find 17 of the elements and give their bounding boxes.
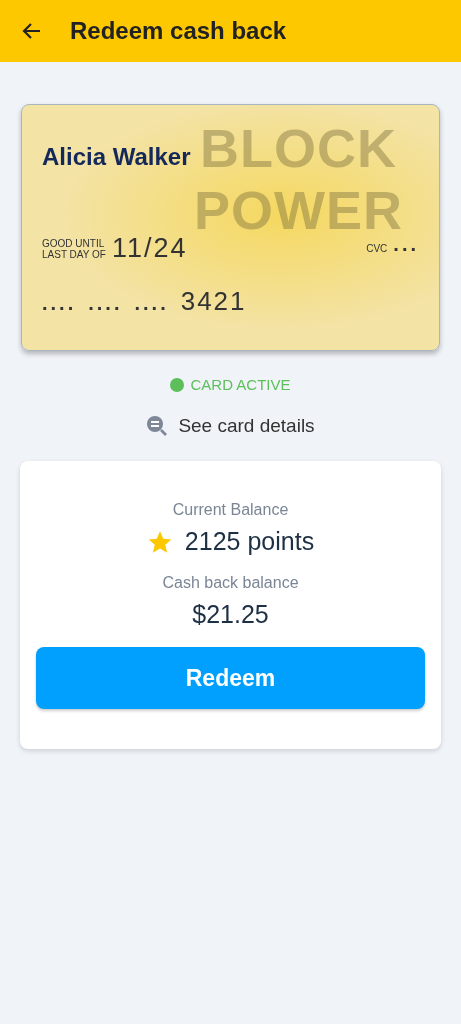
- screen-title: Redeem cash back: [70, 17, 287, 45]
- cvc-label: CVC: [366, 243, 388, 254]
- see-card-details-link[interactable]: See card details: [0, 415, 461, 437]
- cash-label: Cash back balance: [162, 574, 299, 592]
- points-value: 2125 points: [184, 527, 315, 556]
- card-number-group: ....: [134, 292, 169, 315]
- search-icon: [146, 415, 169, 437]
- expiry-caption: GOOD UNTIL LAST DAY OF: [42, 237, 106, 260]
- card-number-group: ....: [42, 292, 77, 315]
- card-number-group: ....: [88, 292, 123, 315]
- card-holder-name: Alicia Walker: [42, 143, 191, 171]
- expiry-date: 11/24: [111, 233, 188, 264]
- points-label: Current Balance: [172, 501, 289, 519]
- card-number-group: 3421: [180, 286, 247, 317]
- cvc-value: ...: [393, 233, 419, 256]
- cash-value: $21.25: [192, 600, 269, 629]
- card-status-label: CARD ACTIVE: [190, 376, 291, 393]
